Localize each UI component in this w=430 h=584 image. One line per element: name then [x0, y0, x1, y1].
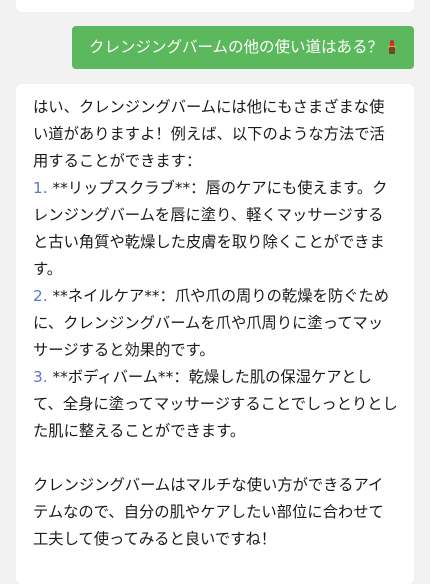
list-item-number: 3.	[33, 368, 48, 386]
previous-message-bubble	[16, 0, 414, 12]
assistant-intro: はい、クレンジングバームには他にもさまざまな使い道がありますよ！例えば、以下のよ…	[33, 98, 385, 170]
list-item-number: 2.	[33, 287, 48, 305]
assistant-message-text: はい、クレンジングバームには他にもさまざまな使い道がありますよ！例えば、以下のよ…	[16, 84, 414, 553]
assistant-message-bubble: はい、クレンジングバームには他にもさまざまな使い道がありますよ！例えば、以下のよ…	[16, 84, 414, 584]
list-item-text: **ネイルケア**：爪や爪の周りの乾燥を防ぐために、クレンジングバームを爪や爪周…	[33, 287, 390, 359]
user-message-row: クレンジングバームの他の使い道はある？	[71, 26, 414, 69]
user-message-text: クレンジングバームの他の使い道はある？	[88, 38, 383, 56]
assistant-closing: クレンジングバームはマルチな使い方ができるアイテムなので、自分の肌やケアしたい部…	[33, 476, 384, 548]
user-message-bubble: クレンジングバームの他の使い道はある？	[71, 26, 414, 69]
list-item: 3. **ボディバーム**：乾燥した肌の保湿ケアとして、全身に塗ってマッサージす…	[33, 364, 398, 445]
list-item-number: 1.	[33, 179, 48, 197]
list-item-text: **リップスクラブ**：唇のケアにも使えます。クレンジングバームを唇に塗り、軽く…	[33, 179, 388, 278]
lipstick-icon	[387, 37, 397, 57]
list-item: 1. **リップスクラブ**：唇のケアにも使えます。クレンジングバームを唇に塗り…	[33, 175, 398, 283]
list-item-text: **ボディバーム**：乾燥した肌の保湿ケアとして、全身に塗ってマッサージすること…	[33, 368, 398, 440]
list-item: 2. **ネイルケア**：爪や爪の周りの乾燥を防ぐために、クレンジングバームを爪…	[33, 283, 398, 364]
